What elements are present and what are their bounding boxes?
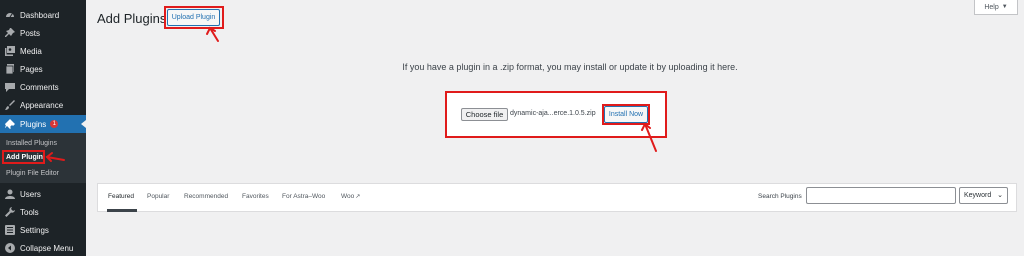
search-type-select[interactable]: Keyword ⌄ (959, 187, 1008, 204)
annotation-box-install-now (602, 104, 650, 125)
search-plugins-input[interactable] (806, 187, 956, 204)
sidebar-item-users[interactable]: Users (0, 185, 86, 203)
sidebar-item-media[interactable]: Media (0, 42, 86, 60)
dashboard-icon (5, 10, 15, 20)
caret-down-icon: ▼ (1001, 4, 1008, 10)
sidebar-item-pages[interactable]: Pages (0, 60, 86, 78)
chevron-down-icon: ⌄ (997, 192, 1003, 199)
help-tab-button[interactable]: Help ▼ (974, 0, 1018, 15)
tab-recommended[interactable]: Recommended (184, 193, 228, 200)
sidebar-item-label: Dashboard (20, 10, 60, 20)
media-icon (5, 46, 15, 56)
external-link-icon: ↗ (355, 194, 361, 200)
sidebar-item-label: Collapse Menu (20, 243, 74, 253)
sidebar-item-dashboard[interactable]: Dashboard (0, 6, 86, 24)
tab-woo[interactable]: Woo↗ (341, 193, 360, 200)
submenu-item-plugin-file-editor[interactable]: Plugin File Editor (6, 170, 59, 177)
sidebar-item-settings[interactable]: Settings (0, 221, 86, 239)
sidebar-item-label: Tools (20, 207, 39, 217)
sidebar-item-label: Settings (20, 225, 49, 235)
settings-icon (5, 225, 15, 235)
tab-favorites[interactable]: Favorites (242, 193, 269, 200)
update-count-badge: 1 (50, 120, 59, 128)
tab-woo-label: Woo (341, 193, 355, 200)
tab-popular[interactable]: Popular (147, 193, 169, 200)
brush-icon (5, 100, 15, 110)
sidebar-item-label: Posts (20, 28, 41, 38)
plugin-icon (5, 119, 15, 129)
annotation-box-add-plugin (2, 150, 45, 164)
collapse-icon (5, 243, 15, 253)
pin-icon (5, 28, 15, 38)
sidebar-item-posts[interactable]: Posts (0, 24, 86, 42)
upload-help-text: If you have a plugin in a .zip format, y… (402, 62, 738, 72)
selected-file-name: dynamic-aja...erce.1.0.5.zip (510, 110, 596, 117)
sidebar-item-label: Pages (20, 64, 43, 74)
tab-for-astra-woo[interactable]: For Astra–Woo (282, 193, 325, 200)
sidebar-item-label: Plugins (20, 119, 47, 129)
arrow-to-upload-plugin (206, 26, 219, 42)
search-plugins-label: Search Plugins (758, 193, 802, 200)
admin-sidebar: Dashboard Posts Media Pages Comments App… (0, 0, 86, 256)
sidebar-item-label: Appearance (20, 100, 64, 110)
annotation-box-upload-plugin (164, 6, 224, 29)
page-title: Add Plugins (97, 11, 167, 26)
search-type-selected: Keyword (964, 192, 992, 199)
choose-file-button[interactable]: Choose file (461, 108, 508, 121)
pages-icon (5, 64, 15, 74)
wrench-icon (5, 207, 15, 217)
active-indicator (81, 120, 86, 128)
sidebar-item-label: Comments (20, 82, 59, 92)
sidebar-item-appearance[interactable]: Appearance (0, 96, 86, 114)
collapse-menu-button[interactable]: Collapse Menu (0, 239, 86, 256)
help-label: Help (984, 3, 999, 11)
tab-featured[interactable]: Featured (108, 193, 134, 200)
sidebar-item-comments[interactable]: Comments (0, 78, 86, 96)
tab-current-indicator (107, 209, 137, 212)
user-icon (5, 189, 15, 199)
sidebar-item-plugins[interactable]: Plugins 1 (0, 115, 86, 133)
comment-icon (5, 82, 15, 92)
sidebar-item-label: Media (20, 46, 42, 56)
submenu-item-installed-plugins[interactable]: Installed Plugins (6, 140, 57, 147)
sidebar-item-tools[interactable]: Tools (0, 203, 86, 221)
sidebar-item-label: Users (20, 189, 41, 199)
